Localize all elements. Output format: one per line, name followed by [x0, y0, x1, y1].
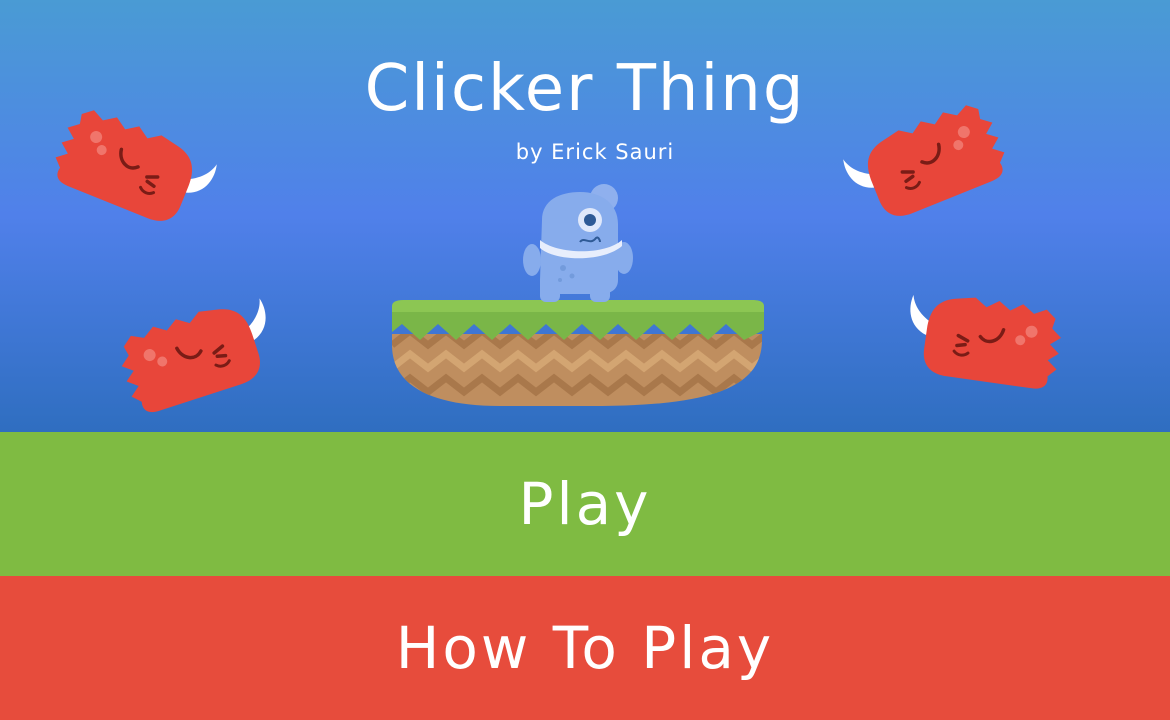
floating-island-platform: [392, 300, 764, 406]
play-button[interactable]: Play: [0, 432, 1170, 576]
game-title: Clicker Thing: [364, 52, 806, 126]
how-to-play-button-label: How To Play: [395, 614, 775, 682]
game-subtitle: by Erick Sauri: [515, 140, 675, 164]
title-scene: Clicker Thing by Erick Sauri: [0, 0, 1170, 432]
play-button-label: Play: [518, 470, 652, 538]
how-to-play-button[interactable]: How To Play: [0, 576, 1170, 720]
